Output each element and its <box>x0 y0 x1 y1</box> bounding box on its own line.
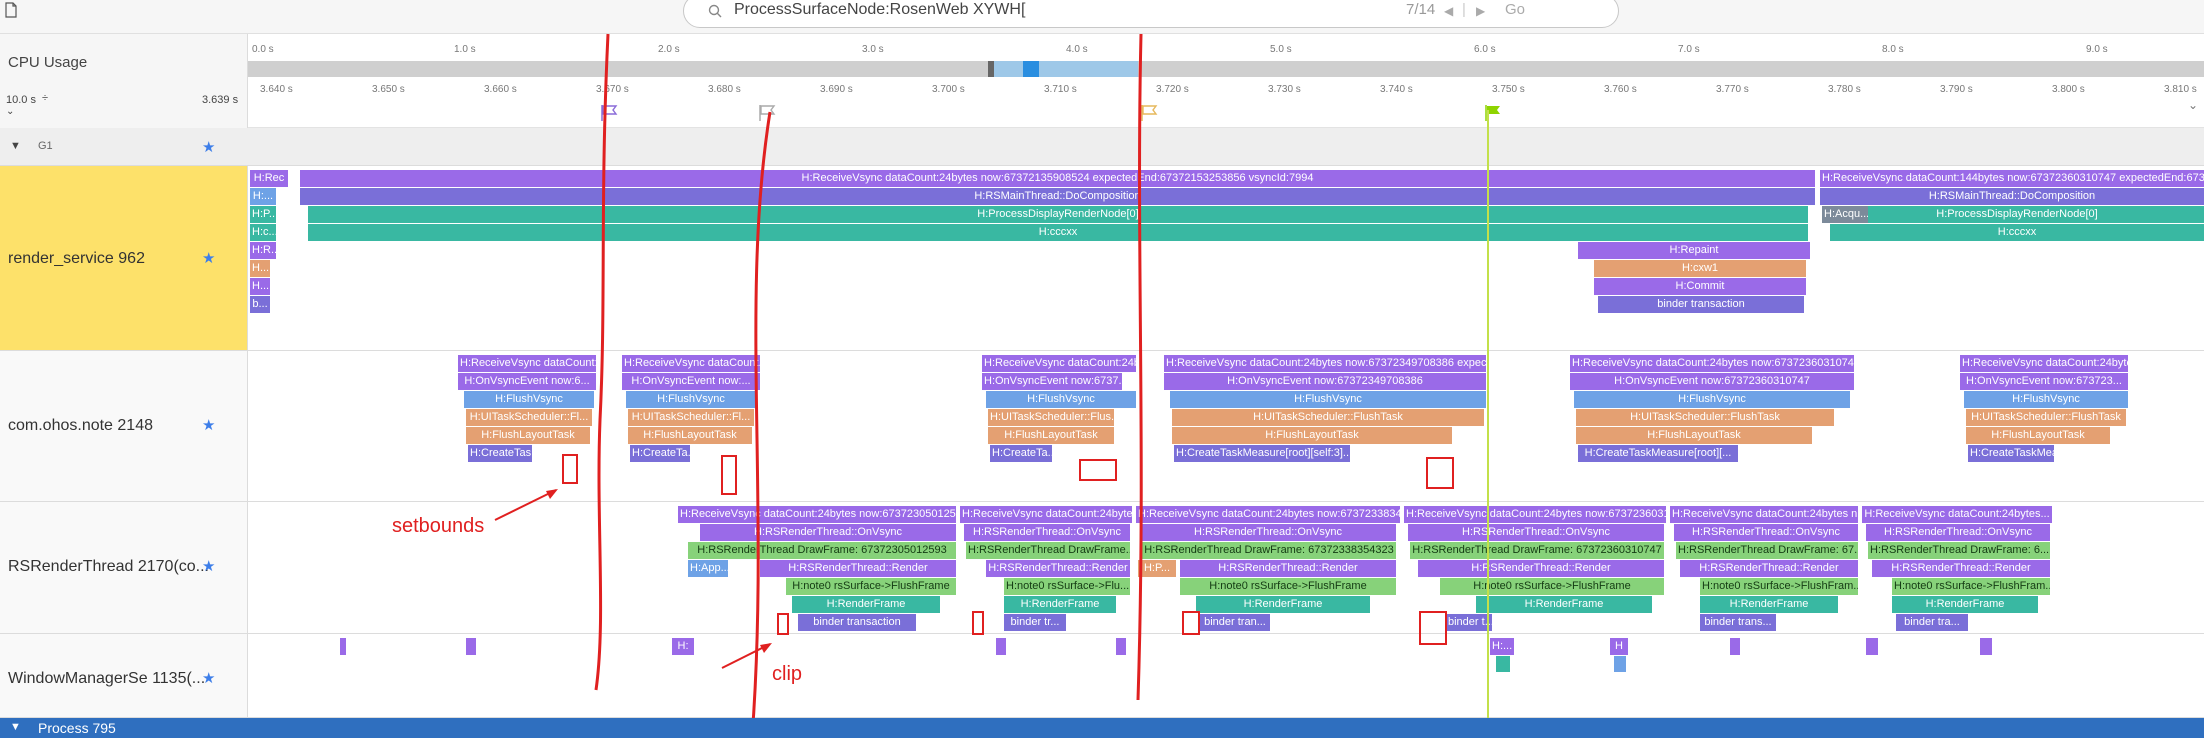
process-row-collapsed[interactable]: ▼ Process 795 <box>0 718 2204 738</box>
annotation-vline <box>594 33 610 691</box>
annotation-arrowhead <box>546 489 558 499</box>
highlight-box <box>777 613 789 635</box>
highlight-box <box>1419 611 1447 645</box>
annotation-overlay <box>494 33 1454 738</box>
annotation-vline <box>1136 33 1143 701</box>
process-label: Process 795 <box>38 720 116 736</box>
expand-arrow-icon[interactable]: ▼ <box>10 721 21 733</box>
annotation-arrowhead <box>760 643 772 653</box>
highlight-box <box>1426 457 1454 489</box>
setbounds-annotation: setbounds <box>392 515 485 537</box>
highlight-box <box>972 611 984 635</box>
annotation-arrow <box>494 489 557 521</box>
highlight-box <box>1182 611 1200 635</box>
highlight-box <box>562 454 578 484</box>
clip-annotation: clip <box>772 663 803 685</box>
highlight-box <box>721 455 737 495</box>
highlight-box <box>1079 459 1117 481</box>
